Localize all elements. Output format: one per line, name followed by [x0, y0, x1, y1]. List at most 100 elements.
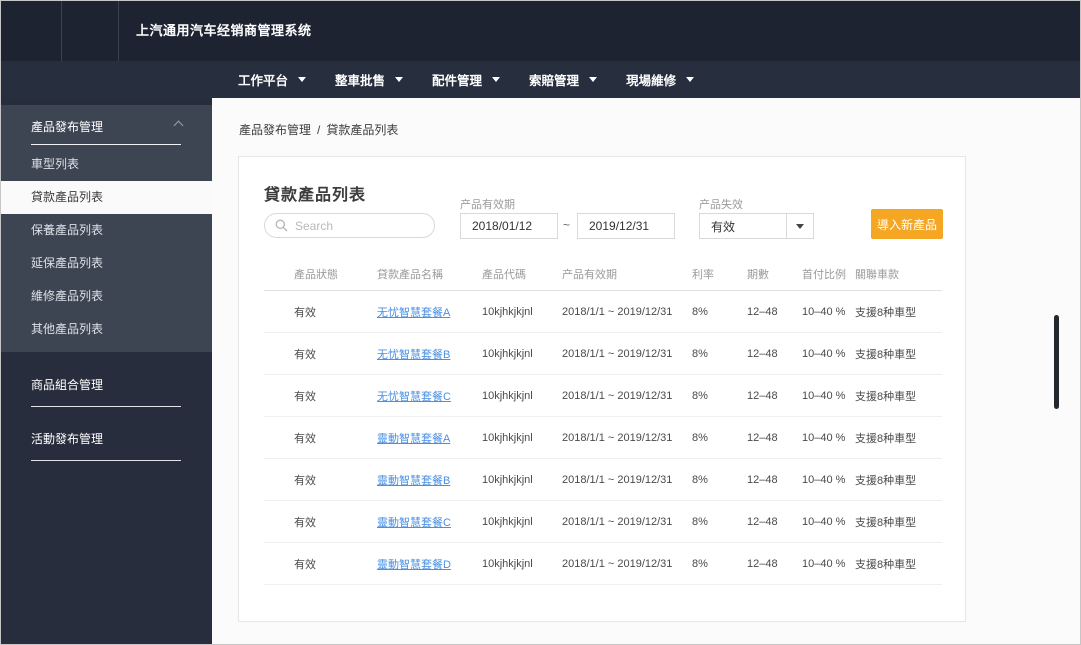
- table-row: 有效 靈動智慧套餐D 10kjhkjkjnl 2018/1/1 ~ 2019/1…: [264, 543, 942, 585]
- date-to-input[interactable]: [577, 213, 675, 239]
- nav-menu-label: 現場維修: [626, 74, 677, 88]
- cell-validity: 2018/1/1 ~ 2019/12/31: [562, 557, 673, 570]
- nav-menu-item[interactable]: 配件管理: [432, 70, 501, 89]
- table-row: 有效 靈動智慧套餐A 10kjhkjkjnl 2018/1/1 ~ 2019/1…: [264, 417, 942, 459]
- sidebar-menu-item[interactable]: 貸款產品列表: [1, 181, 212, 214]
- link-underline: [31, 406, 181, 407]
- table-row: 有效 靈動智慧套餐B 10kjhkjkjnl 2018/1/1 ~ 2019/1…: [264, 459, 942, 501]
- cell-vehicles: 支援8种車型: [855, 516, 917, 529]
- cell-product-name-link[interactable]: 靈動智慧套餐D: [377, 556, 482, 572]
- sidebar-group-header[interactable]: 產品發布管理: [1, 105, 212, 136]
- cell-product-code: 10kjhkjkjnl: [482, 557, 533, 570]
- table-row: 有效 无忧智慧套餐C 10kjhkjkjnl 2018/1/1 ~ 2019/1…: [264, 375, 942, 417]
- link-underline: [31, 460, 181, 461]
- nav-menu-item[interactable]: 索賠管理: [529, 70, 598, 89]
- cell-validity: 2018/1/1 ~ 2019/12/31: [562, 347, 673, 360]
- col-header-down-payment: 首付比例: [802, 268, 846, 281]
- table-row: 有效 无忧智慧套餐A 10kjhkjkjnl 2018/1/1 ~ 2019/1…: [264, 291, 942, 333]
- status-select[interactable]: 有效: [699, 213, 814, 239]
- col-header-name: 貸款產品名稱: [377, 268, 443, 281]
- cell-periods: 12–48: [747, 389, 778, 402]
- breadcrumb-parent[interactable]: 產品發布管理: [239, 123, 311, 137]
- col-header-periods: 期數: [747, 268, 769, 281]
- search-icon: [275, 219, 288, 232]
- nav-menu-label: 工作平台: [238, 74, 289, 88]
- panel-title: 貸款產品列表: [264, 187, 367, 204]
- cell-product-name-link[interactable]: 靈動智慧套餐C: [377, 514, 482, 530]
- nav-menu-item[interactable]: 整車批售: [335, 70, 404, 89]
- cell-rate: 8%: [692, 557, 708, 570]
- date-range-separator: ~: [563, 218, 571, 232]
- cell-down-payment: 10–40 %: [802, 473, 846, 486]
- cell-status: 有效: [294, 474, 316, 487]
- chevron-down-icon: [298, 77, 307, 82]
- cell-down-payment: 10–40 %: [802, 389, 846, 402]
- nav-menu-item[interactable]: 工作平台: [238, 70, 307, 89]
- cell-product-code: 10kjhkjkjnl: [482, 515, 533, 528]
- cell-vehicles: 支援8种車型: [855, 474, 917, 487]
- cell-down-payment: 10–40 %: [802, 347, 846, 360]
- cell-status: 有效: [294, 516, 316, 529]
- nav-menu-label: 索賠管理: [529, 74, 580, 88]
- cell-validity: 2018/1/1 ~ 2019/12/31: [562, 473, 673, 486]
- group-underline: [31, 144, 181, 145]
- cell-rate: 8%: [692, 305, 708, 318]
- table-header-row: 產品狀態 貸款產品名稱 產品代碼 产品有效期 利率 期數 首付比例 關聯車款: [264, 257, 942, 291]
- cell-periods: 12–48: [747, 557, 778, 570]
- cell-product-name-link[interactable]: 无忧智慧套餐A: [377, 304, 482, 320]
- import-new-product-button[interactable]: 導入新產品: [871, 209, 943, 239]
- cell-status: 有效: [294, 348, 316, 361]
- col-header-code: 產品代碼: [482, 268, 526, 281]
- cell-product-code: 10kjhkjkjnl: [482, 473, 533, 486]
- table-row: 有效 靈動智慧套餐C 10kjhkjkjnl 2018/1/1 ~ 2019/1…: [264, 501, 942, 543]
- table-row: 有效 无忧智慧套餐B 10kjhkjkjnl 2018/1/1 ~ 2019/1…: [264, 333, 942, 375]
- sidebar-menu-item[interactable]: 保養產品列表: [1, 214, 212, 247]
- cell-product-name-link[interactable]: 靈動智慧套餐B: [377, 472, 482, 488]
- cell-down-payment: 10–40 %: [802, 515, 846, 528]
- sidebar-link-label: 活動發布管理: [31, 432, 104, 446]
- col-header-validity: 产品有效期: [562, 268, 617, 281]
- app-window: 上汽通用汽车经销商管理系统 工作平台 整車批售 配件管理 索賠管理 現場維修 產…: [0, 0, 1081, 645]
- col-header-status: 產品狀態: [294, 268, 338, 281]
- cell-vehicles: 支援8种車型: [855, 348, 917, 361]
- validity-filter-label: 产品有效期: [460, 199, 515, 211]
- chevron-down-icon: [492, 77, 501, 82]
- cell-rate: 8%: [692, 515, 708, 528]
- sidebar-menu-item[interactable]: 延保產品列表: [1, 247, 212, 280]
- chevron-down-icon: [686, 77, 695, 82]
- main-nav-bar: 工作平台 整車批售 配件管理 索賠管理 現場維修: [1, 61, 1080, 98]
- search-input[interactable]: [295, 218, 424, 233]
- cell-product-name-link[interactable]: 靈動智慧套餐A: [377, 430, 482, 446]
- sidebar-group-product-publish: 產品發布管理 車型列表 貸款產品列表 保養產品列表 延保產品列表 維修產品列表 …: [1, 105, 212, 352]
- cell-periods: 12–48: [747, 305, 778, 318]
- sidebar-link-item[interactable]: 商品組合管理: [1, 376, 212, 407]
- sidebar-group-label: 產品發布管理: [31, 120, 104, 134]
- col-header-vehicles: 關聯車款: [855, 268, 899, 281]
- sidebar-links-section: 商品組合管理 活動發布管理: [1, 376, 212, 461]
- cell-periods: 12–48: [747, 473, 778, 486]
- sidebar-menu-item[interactable]: 車型列表: [1, 148, 212, 181]
- vertical-scrollbar-thumb[interactable]: [1054, 315, 1059, 409]
- nav-menu-label: 整車批售: [335, 74, 386, 88]
- cell-status: 有效: [294, 306, 316, 319]
- sidebar-menu-label: 貸款產品列表: [31, 190, 104, 204]
- cell-periods: 12–48: [747, 431, 778, 444]
- cell-status: 有效: [294, 390, 316, 403]
- cell-status: 有效: [294, 432, 316, 445]
- date-from-input[interactable]: [460, 213, 558, 239]
- cell-vehicles: 支援8种車型: [855, 432, 917, 445]
- cell-product-name-link[interactable]: 无忧智慧套餐C: [377, 388, 482, 404]
- chevron-down-icon: [395, 77, 404, 82]
- status-select-value: 有效: [711, 219, 736, 234]
- sidebar-menu-item[interactable]: 其他產品列表: [1, 313, 212, 346]
- header-divider: [118, 1, 119, 61]
- sidebar-menu-item[interactable]: 維修產品列表: [1, 280, 212, 313]
- cell-product-name-link[interactable]: 无忧智慧套餐B: [377, 346, 482, 362]
- breadcrumb-current: 貸款產品列表: [326, 123, 399, 137]
- cell-product-code: 10kjhkjkjnl: [482, 347, 533, 360]
- sidebar-link-item[interactable]: 活動發布管理: [1, 430, 212, 461]
- loan-products-table: 產品狀態 貸款產品名稱 產品代碼 产品有效期 利率 期數 首付比例 關聯車款 有…: [264, 257, 942, 585]
- chevron-up-icon: [173, 120, 184, 131]
- nav-menu-item[interactable]: 現場維修: [626, 70, 695, 89]
- top-header-bar: 上汽通用汽车经销商管理系统: [1, 1, 1080, 61]
